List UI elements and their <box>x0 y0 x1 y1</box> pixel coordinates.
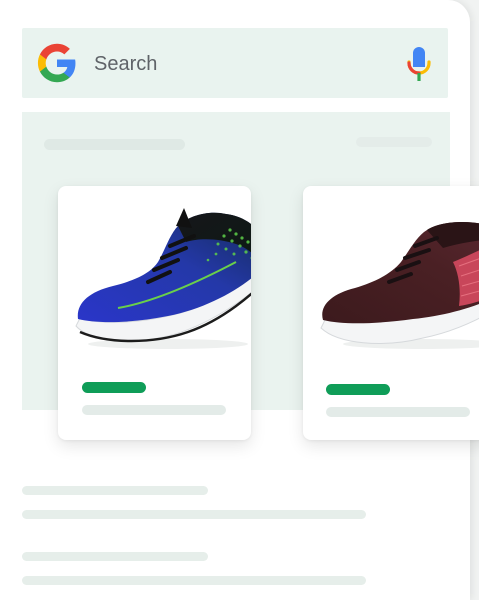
search-bar[interactable]: Search <box>22 28 448 98</box>
result-line-placeholder <box>22 486 208 495</box>
result-line-placeholder <box>22 552 208 561</box>
product-card[interactable] <box>58 186 251 440</box>
microphone-icon[interactable] <box>406 45 432 83</box>
maroon-running-shoe-image <box>320 222 479 349</box>
search-placeholder: Search <box>94 53 158 75</box>
google-logo-icon <box>37 43 76 83</box>
result-line-placeholder <box>22 510 366 519</box>
price-placeholder <box>82 382 146 393</box>
title-placeholder <box>82 405 226 415</box>
phone-screen: Search <box>0 0 479 600</box>
panel-title-placeholder <box>44 139 185 150</box>
result-line-placeholder <box>22 576 366 585</box>
title-placeholder <box>326 407 470 417</box>
panel-link-placeholder <box>356 137 432 147</box>
product-card[interactable] <box>303 186 479 440</box>
price-placeholder <box>326 384 390 395</box>
blue-running-shoe-image <box>75 208 251 349</box>
